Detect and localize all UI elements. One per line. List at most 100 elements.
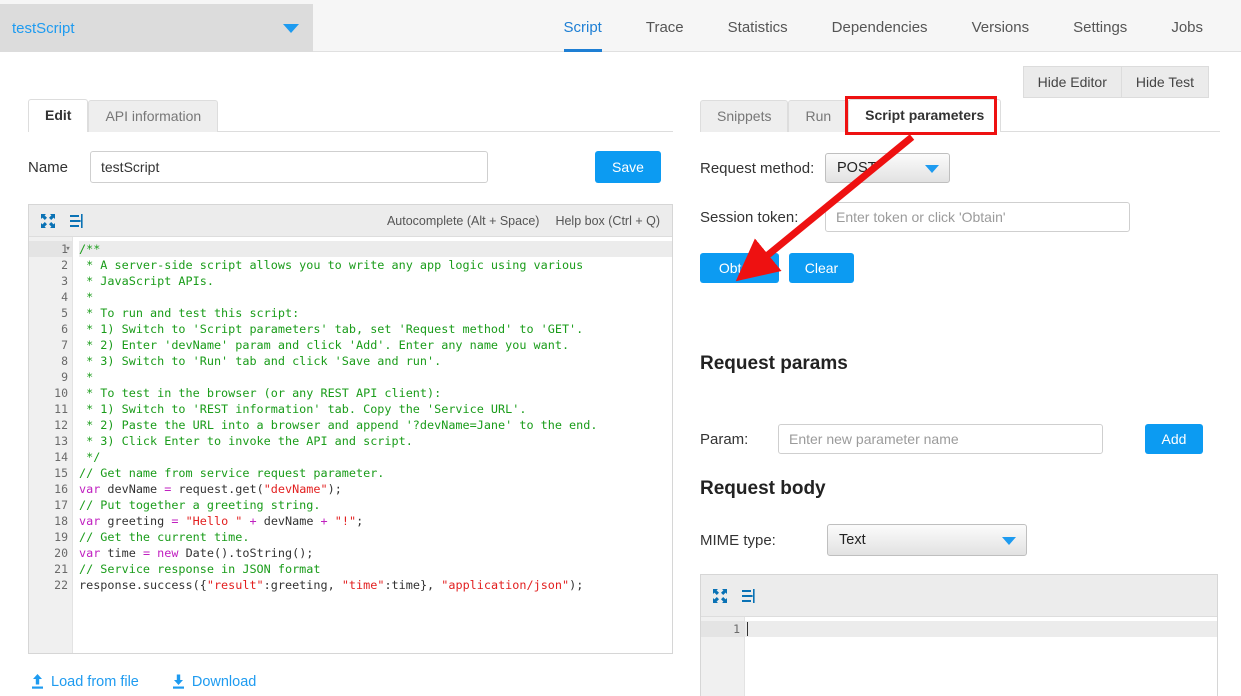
line-number: 1 ▾ <box>29 241 72 257</box>
indent-icon[interactable] <box>69 212 87 230</box>
mime-type-row: MIME type: Text <box>700 524 1027 556</box>
code-line[interactable]: * To run and test this script: <box>79 305 672 321</box>
tab-api-information-label: API information <box>105 108 202 124</box>
code-content[interactable]: /** * A server-side script allows you to… <box>73 237 672 653</box>
request-body-toolbar <box>701 575 1217 617</box>
code-line[interactable]: // Get the current time. <box>79 529 672 545</box>
expand-icon[interactable] <box>39 212 57 230</box>
tab-run[interactable]: Run <box>788 100 849 132</box>
code-line[interactable]: // Get name from service request paramet… <box>79 465 672 481</box>
load-from-file-link[interactable]: Load from file <box>30 673 139 690</box>
line-number: 6 <box>61 322 68 336</box>
code-line[interactable]: var devName = request.get("devName"); <box>79 481 672 497</box>
tab-dependencies[interactable]: Dependencies <box>810 4 950 52</box>
download-arrow-icon <box>172 674 184 689</box>
tab-statistics[interactable]: Statistics <box>706 4 810 52</box>
line-number: 19 <box>54 530 68 544</box>
line-number: 18 <box>54 514 68 528</box>
line-number: 17 <box>54 498 68 512</box>
code-line[interactable]: /** <box>79 241 672 257</box>
tab-settings-label: Settings <box>1073 19 1128 36</box>
upload-arrow-icon <box>32 674 43 689</box>
hide-test-button[interactable]: Hide Test <box>1121 66 1209 98</box>
param-row: Param: Add <box>700 424 1203 454</box>
request-body-title: Request body <box>700 478 826 499</box>
tab-script-parameters[interactable]: Script parameters <box>848 99 1002 132</box>
code-line[interactable]: * 2) Enter 'devName' param and click 'Ad… <box>79 337 672 353</box>
line-number: 16 <box>54 482 68 496</box>
code-gutter: 1 ▾ 2 3 4 5 6 7 8 9 10 11 12 13 14 15 16 17 18 19 20 21 22 <box>29 237 73 653</box>
mime-type-select[interactable]: Text <box>827 524 1027 556</box>
line-number: 13 <box>54 434 68 448</box>
request-body-gutter: 1 <box>701 617 745 696</box>
tab-trace-label: Trace <box>645 19 684 36</box>
line-number: 14 <box>54 450 68 464</box>
code-line[interactable]: // Put together a greeting string. <box>79 497 672 513</box>
code-line[interactable]: * 1) Switch to 'Script parameters' tab, … <box>79 321 672 337</box>
tab-dependencies-label: Dependencies <box>831 19 928 36</box>
tab-jobs-label: Jobs <box>1171 19 1203 36</box>
tab-script[interactable]: Script <box>542 4 624 52</box>
line-number: 1 <box>701 621 744 637</box>
code-line[interactable]: * <box>79 289 672 305</box>
request-body-content[interactable] <box>745 617 1217 696</box>
tab-trace[interactable]: Trace <box>624 4 706 52</box>
file-actions: Load from file Download <box>30 673 288 690</box>
code-line[interactable]: // Service response in JSON format <box>79 561 672 577</box>
line-number: 4 <box>61 290 68 304</box>
code-line[interactable]: * 3) Click Enter to invoke the API and s… <box>79 433 672 449</box>
name-label: Name <box>28 158 69 176</box>
request-method-value: POST <box>837 160 877 176</box>
tab-snippets[interactable]: Snippets <box>700 100 789 132</box>
tab-api-information[interactable]: API information <box>88 100 219 132</box>
tab-jobs[interactable]: Jobs <box>1149 4 1225 52</box>
code-line[interactable]: */ <box>79 449 672 465</box>
token-buttons-row: Obtain Clear <box>700 253 854 283</box>
code-editor-toolbar: Autocomplete (Alt + Space) Help box (Ctr… <box>29 205 672 237</box>
expand-icon[interactable] <box>711 587 729 605</box>
main-content: Edit API information Name Save <box>0 53 1241 696</box>
mime-type-label: MIME type: <box>700 531 776 549</box>
code-line[interactable]: * A server-side script allows you to wri… <box>79 257 672 273</box>
download-link[interactable]: Download <box>171 673 257 690</box>
tab-script-parameters-label: Script parameters <box>865 107 985 123</box>
download-label: Download <box>191 673 257 690</box>
obtain-button[interactable]: Obtain <box>700 253 779 283</box>
script-name-input[interactable] <box>90 151 488 183</box>
line-number: 20 <box>54 546 68 560</box>
indent-icon[interactable] <box>741 587 759 605</box>
tab-settings[interactable]: Settings <box>1051 4 1149 52</box>
line-number: 21 <box>54 562 68 576</box>
code-line[interactable]: * 3) Switch to 'Run' tab and click 'Save… <box>79 353 672 369</box>
code-line[interactable]: response.success({"result":greeting, "ti… <box>79 577 672 593</box>
code-line[interactable]: var greeting = "Hello " + devName + "!"; <box>79 513 672 529</box>
line-number: 15 <box>54 466 68 480</box>
code-line[interactable]: * JavaScript APIs. <box>79 273 672 289</box>
session-token-input[interactable] <box>825 202 1130 232</box>
clear-button[interactable]: Clear <box>789 253 854 283</box>
chevron-down-icon <box>925 165 939 173</box>
test-tab-bar: Snippets Run Script parameters <box>700 99 1220 132</box>
request-method-label: Request method: <box>700 159 815 177</box>
line-number: 2 <box>61 258 68 272</box>
code-area[interactable]: 1 ▾ 2 3 4 5 6 7 8 9 10 11 12 13 14 15 16 17 18 19 20 21 22 /**… <box>29 237 672 653</box>
code-line[interactable]: var time = new Date().toString(); <box>79 545 672 561</box>
app-header: testScript Script Trace Statistics Depen… <box>0 0 1241 52</box>
save-button[interactable]: Save <box>595 151 661 183</box>
request-method-select[interactable]: POST <box>825 153 950 183</box>
code-line[interactable]: * To test in the browser (or any REST AP… <box>79 385 672 401</box>
code-line[interactable]: * <box>79 369 672 385</box>
code-line[interactable]: * 1) Switch to 'REST information' tab. C… <box>79 401 672 417</box>
request-body-code-area[interactable]: 1 <box>701 617 1217 696</box>
tab-edit[interactable]: Edit <box>28 99 89 132</box>
autocomplete-hint: Autocomplete (Alt + Space) <box>386 213 540 228</box>
param-name-input[interactable] <box>778 424 1103 454</box>
request-params-title: Request params <box>700 353 848 374</box>
script-selector-dropdown[interactable]: testScript <box>0 4 313 52</box>
request-method-row: Request method: POST <box>700 153 950 183</box>
tab-versions[interactable]: Versions <box>950 4 1052 52</box>
add-param-button[interactable]: Add <box>1145 424 1203 454</box>
hide-editor-button[interactable]: Hide Editor <box>1022 66 1122 98</box>
tab-snippets-label: Snippets <box>717 108 772 124</box>
code-line[interactable]: * 2) Paste the URL into a browser and ap… <box>79 417 672 433</box>
